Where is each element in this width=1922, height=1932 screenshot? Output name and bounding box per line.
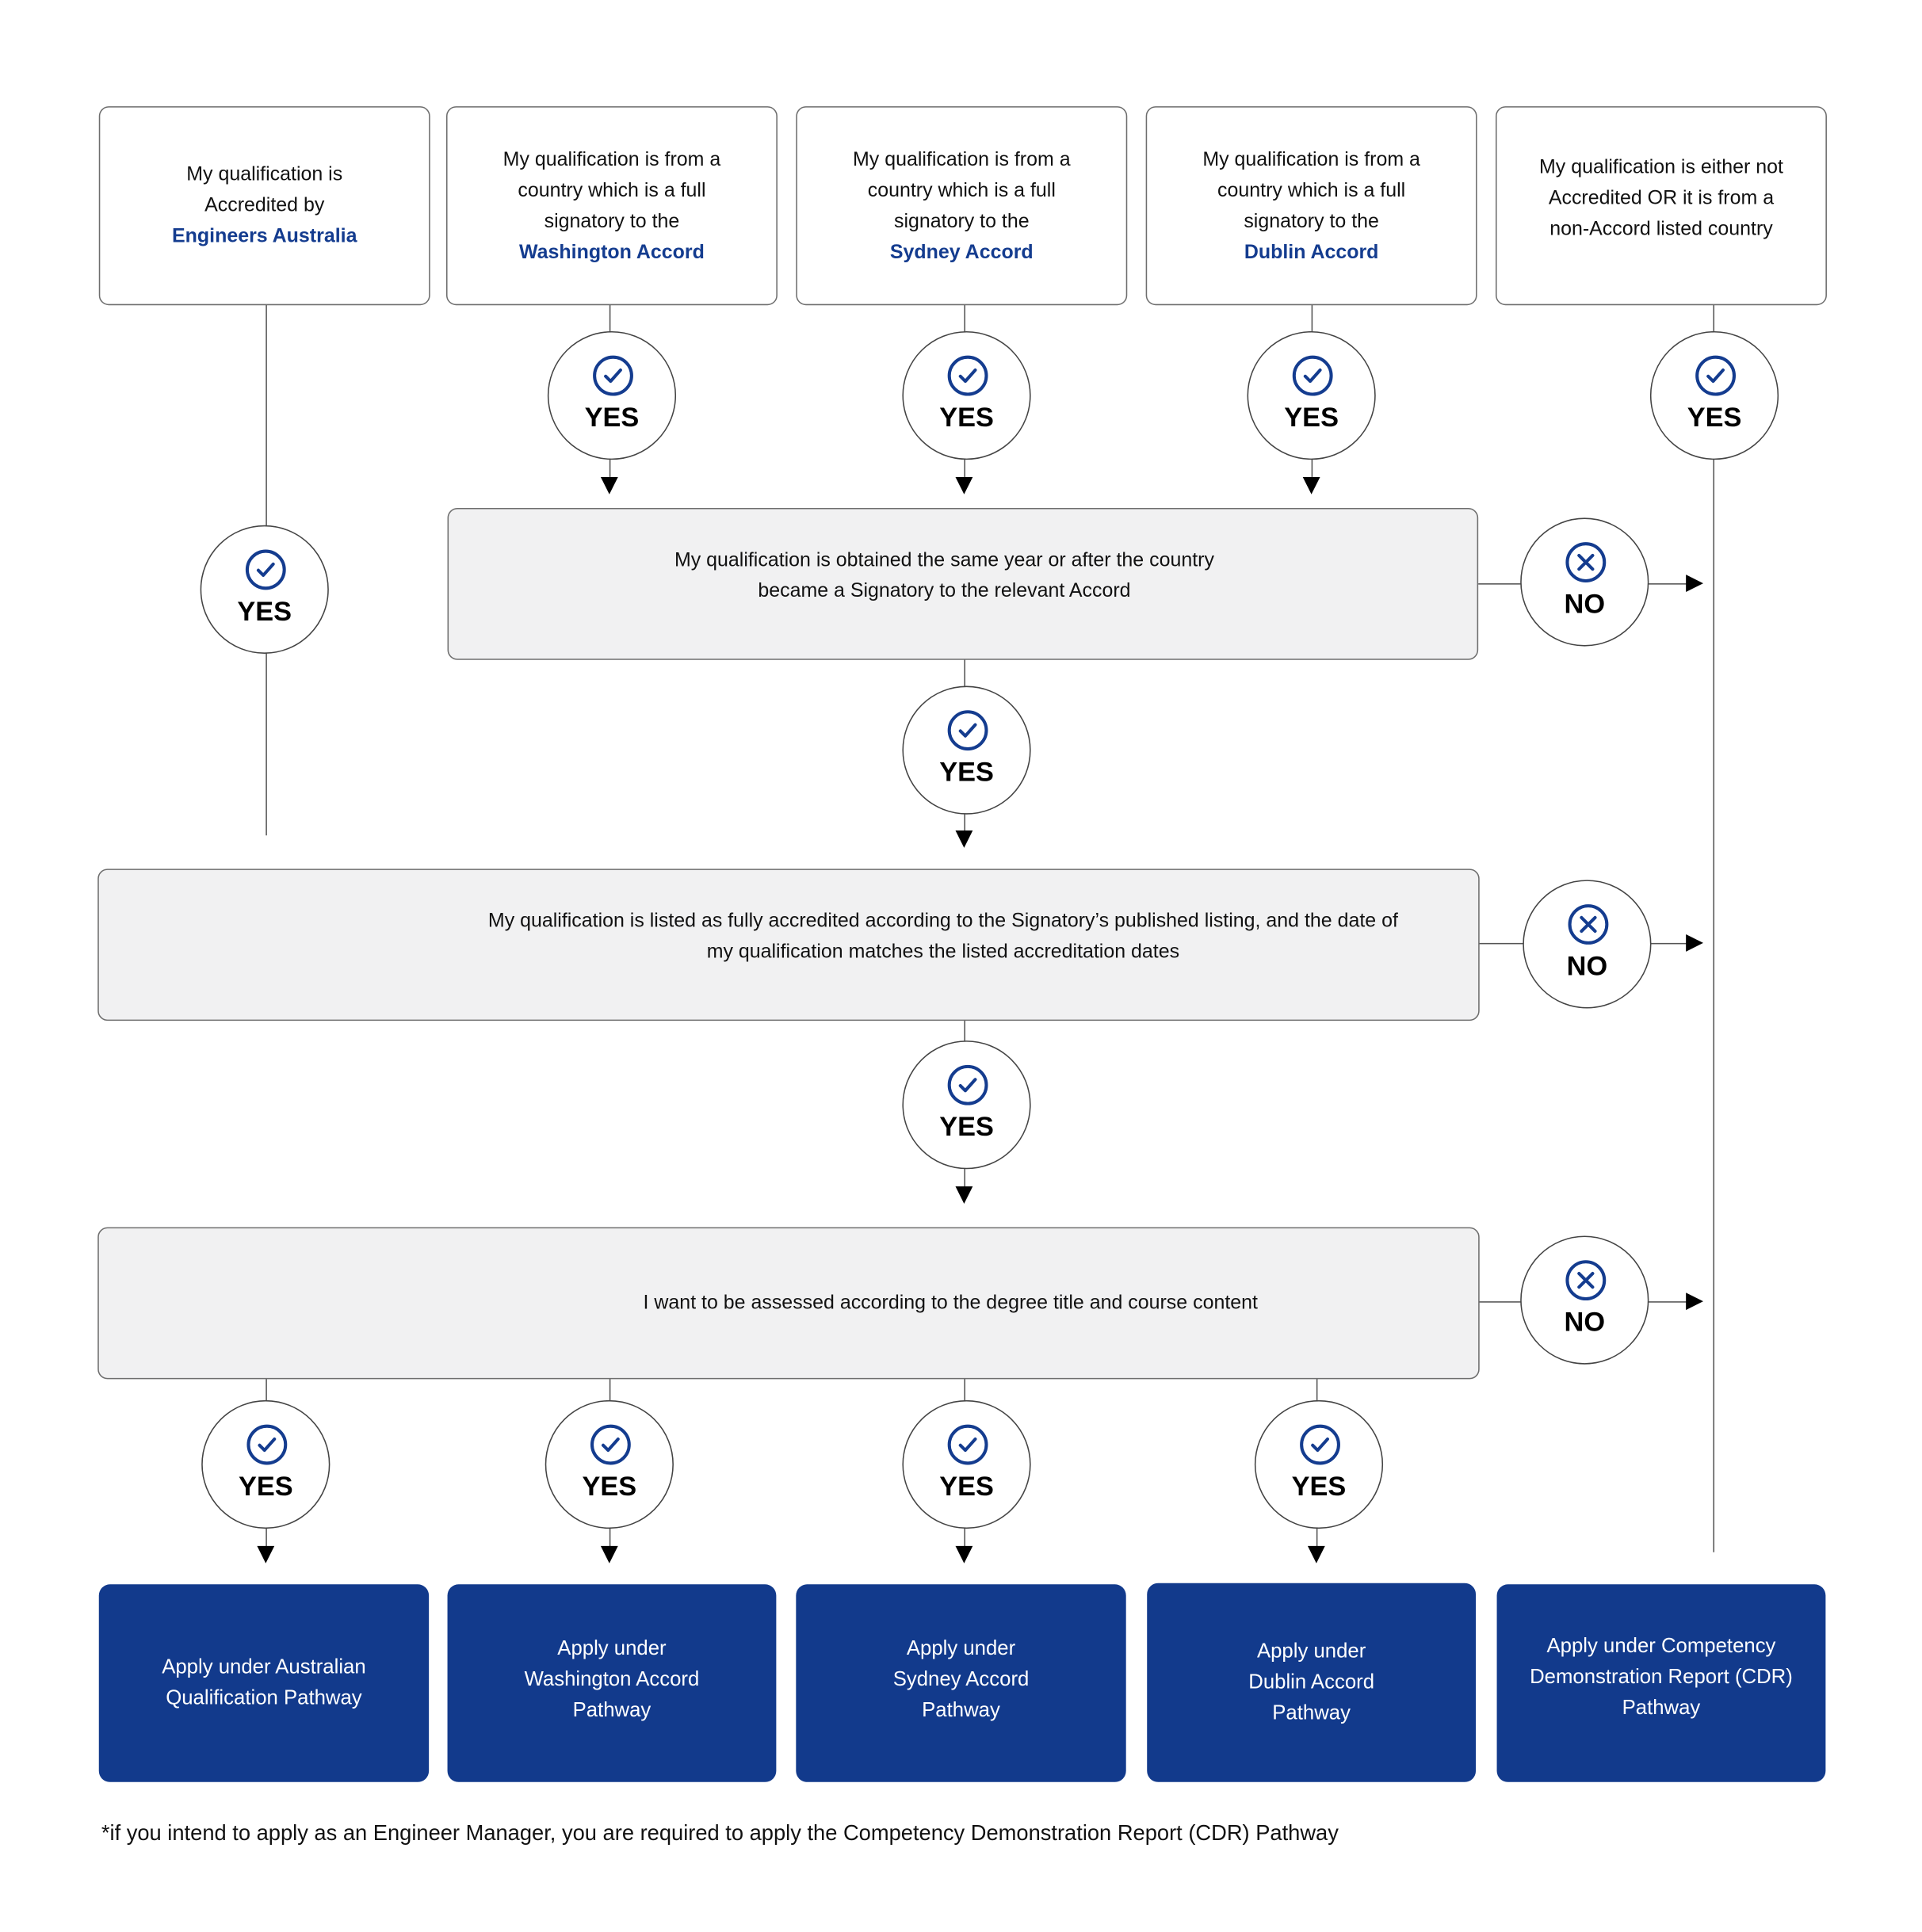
criteria-text: My qualification is from a country which… <box>1202 148 1420 232</box>
arrow-right-icon <box>1686 934 1703 952</box>
no-label: NO <box>1564 588 1606 620</box>
no-label: NO <box>1564 1306 1606 1338</box>
yes-label: YES <box>1284 401 1339 433</box>
decision-box-degree-title: I want to be assessed according to the d… <box>97 1227 1480 1380</box>
yes-label: YES <box>939 756 994 788</box>
criteria-text: My qualification is Accredited by <box>186 164 343 216</box>
connector-line <box>1713 304 1715 1552</box>
no-label: NO <box>1566 950 1608 982</box>
pathway-cdr[interactable]: Apply under Competency Demonstration Rep… <box>1496 1584 1826 1782</box>
check-circle-icon <box>246 1424 288 1465</box>
criteria-box-sydney-accord: My qualification is from a country which… <box>796 106 1128 306</box>
yes-node: YES <box>1247 330 1376 460</box>
check-circle-icon <box>947 355 988 396</box>
arrow-right-icon <box>1686 1292 1703 1311</box>
yes-node: YES <box>201 1399 331 1529</box>
x-circle-icon <box>1565 542 1607 582</box>
no-node: NO <box>1520 1235 1649 1365</box>
pathway-dublin-accord[interactable]: Apply under Dublin Accord Pathway <box>1147 1583 1477 1782</box>
yes-node: YES <box>1649 330 1779 460</box>
pathway-label: Apply under Washington Accord Pathway <box>524 1636 700 1721</box>
check-circle-icon <box>947 1424 988 1465</box>
arrow-down-icon <box>600 476 618 494</box>
check-circle-icon <box>1292 355 1333 396</box>
no-node: NO <box>1523 880 1652 1009</box>
pathway-label: Apply under Competency Demonstration Rep… <box>1530 1634 1793 1719</box>
yes-node: YES <box>547 330 677 460</box>
arrow-down-icon <box>955 1545 973 1564</box>
criteria-text: My qualification is either not Accredite… <box>1539 157 1783 240</box>
criteria-highlight: Sydney Accord <box>889 241 1034 263</box>
pathway-sydney-accord[interactable]: Apply under Sydney Accord Pathway <box>796 1584 1126 1782</box>
yes-node: YES <box>902 1399 1031 1529</box>
footnote: *if you intend to apply as an Engineer M… <box>101 1820 1339 1846</box>
check-circle-icon <box>590 1424 631 1465</box>
pathway-label: Apply under Sydney Accord Pathway <box>892 1636 1030 1721</box>
decision-text: My qualification is obtained the same ye… <box>674 549 1214 601</box>
yes-node: YES <box>902 1040 1031 1170</box>
arrow-down-icon <box>1302 476 1320 494</box>
yes-node: YES <box>545 1399 674 1529</box>
check-circle-icon <box>1300 1424 1340 1465</box>
yes-label: YES <box>939 1470 994 1502</box>
pathway-washington-accord[interactable]: Apply under Washington Accord Pathway <box>447 1584 777 1782</box>
arrow-down-icon <box>1307 1545 1325 1564</box>
decision-text: I want to be assessed according to the d… <box>643 1292 1258 1314</box>
yes-label: YES <box>939 1110 994 1142</box>
x-circle-icon <box>1565 1260 1607 1301</box>
no-node: NO <box>1520 517 1649 647</box>
arrow-down-icon <box>257 1545 275 1564</box>
pathway-label: Apply under Dublin Accord Pathway <box>1248 1640 1375 1724</box>
yes-label: YES <box>1687 401 1742 433</box>
criteria-highlight: Engineers Australia <box>172 226 357 247</box>
arrow-down-icon <box>955 476 973 494</box>
arrow-down-icon <box>600 1545 618 1564</box>
decision-box-fully-accredited: My qualification is listed as fully accr… <box>97 869 1480 1021</box>
check-circle-icon <box>947 710 988 751</box>
criteria-highlight: Dublin Accord <box>1244 241 1379 263</box>
yes-label: YES <box>1291 1470 1347 1502</box>
yes-node: YES <box>1254 1399 1384 1529</box>
arrow-right-icon <box>1686 575 1703 593</box>
arrow-down-icon <box>955 830 973 848</box>
check-circle-icon <box>947 1064 988 1105</box>
check-circle-icon <box>593 355 633 396</box>
yes-label: YES <box>584 401 640 433</box>
check-circle-icon <box>1695 355 1737 396</box>
criteria-text: My qualification is from a country which… <box>502 148 721 232</box>
yes-label: YES <box>237 595 292 627</box>
criteria-box-washington-accord: My qualification is from a country which… <box>445 106 778 306</box>
check-circle-icon <box>245 549 286 590</box>
pathway-australian-qualification[interactable]: Apply under Australian Qualification Pat… <box>98 1584 430 1782</box>
yes-node: YES <box>200 525 329 654</box>
yes-label: YES <box>582 1470 637 1502</box>
yes-node: YES <box>902 330 1031 460</box>
decision-box-signatory-year: My qualification is obtained the same ye… <box>447 507 1479 660</box>
criteria-highlight: Washington Accord <box>519 241 705 263</box>
arrow-down-icon <box>955 1186 973 1204</box>
flowchart: My qualification is Accredited by Enginee… <box>0 0 1922 1931</box>
criteria-text: My qualification is from a country which… <box>853 148 1071 232</box>
criteria-box-non-accord: My qualification is either not Accredite… <box>1495 106 1827 306</box>
criteria-box-dublin-accord: My qualification is from a country which… <box>1145 106 1477 306</box>
x-circle-icon <box>1568 904 1609 945</box>
pathway-label: Apply under Australian Qualification Pat… <box>162 1655 366 1709</box>
decision-text: My qualification is listed as fully accr… <box>487 910 1398 963</box>
yes-label: YES <box>939 401 994 433</box>
yes-node: YES <box>902 685 1031 815</box>
criteria-box-engineers-australia: My qualification is Accredited by Enginee… <box>98 106 430 306</box>
yes-label: YES <box>238 1470 293 1502</box>
